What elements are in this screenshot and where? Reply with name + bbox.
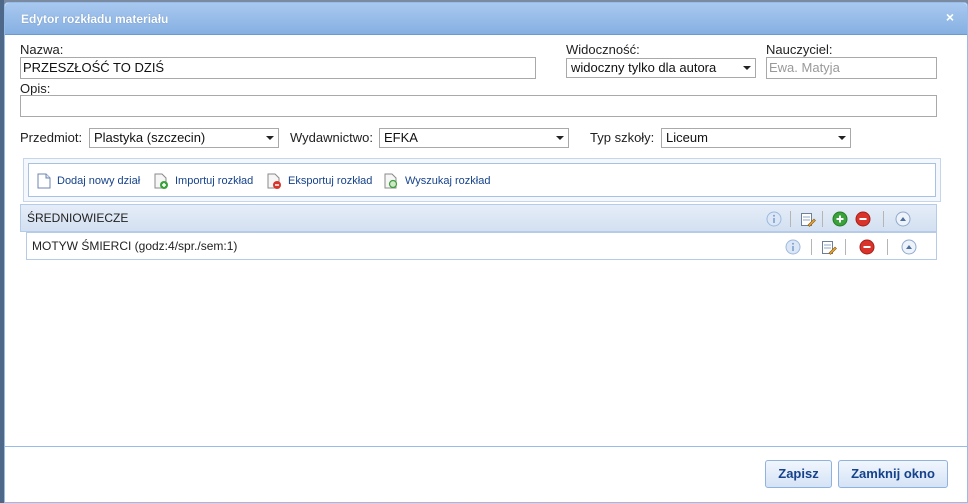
chevron-down-icon [743,66,751,70]
description-label: Opis: [20,81,51,96]
footer-divider [5,446,967,447]
teacher-label: Nauczyciel: [766,42,833,57]
subject-label: Przedmiot: [20,130,83,145]
save-button[interactable]: Zapisz [765,460,832,488]
remove-icon[interactable] [855,211,871,227]
search-schedule-button[interactable]: Wyszukaj rozkład [383,164,490,198]
school-type-select-value: Liceum [666,130,708,145]
import-label: Importuj rozkład [175,175,254,187]
chevron-down-icon [838,136,846,140]
add-icon[interactable] [832,211,848,227]
new-document-icon [37,173,51,189]
close-icon[interactable]: × [943,10,957,24]
subject-select-value: Plastyka (szczecin) [94,130,206,145]
dialog-title: Edytor rozkładu materiału [21,12,169,26]
publisher-label: Wydawnictwo: [290,130,373,145]
separator [887,239,888,255]
subject-select[interactable]: Plastyka (szczecin) [89,128,279,148]
visibility-label: Widoczność: [566,42,640,57]
export-button[interactable]: Eksportuj rozkład [266,164,372,198]
school-type-label: Typ szkoły: [590,130,655,145]
edit-icon[interactable] [800,211,816,227]
toolbar-container: Dodaj nowy dział Importuj rozkład Ekspor… [23,158,941,202]
add-section-label: Dodaj nowy dział [57,175,141,187]
separator [790,211,791,227]
dialog-titlebar[interactable]: Edytor rozkładu materiału × [5,3,967,35]
export-icon [267,173,281,189]
publisher-select-value: EFKA [384,130,418,145]
section-row[interactable]: ŚREDNIOWIECZE [20,204,937,232]
add-section-button[interactable]: Dodaj nowy dział [37,164,140,198]
info-icon[interactable] [785,239,801,255]
description-field[interactable] [20,95,937,117]
name-field[interactable]: PRZESZŁOŚĆ TO DZIŚ [20,57,536,79]
separator [822,211,823,227]
close-window-button[interactable]: Zamknij okno [838,460,948,488]
visibility-select[interactable]: widoczny tylko dla autora [566,58,756,78]
import-icon [154,173,168,189]
publisher-select[interactable]: EFKA [379,128,569,148]
remove-icon[interactable] [859,239,875,255]
school-type-select[interactable]: Liceum [661,128,851,148]
search-schedule-label: Wyszukaj rozkład [405,175,491,187]
import-button[interactable]: Importuj rozkład [153,164,253,198]
separator [845,239,846,255]
topic-title: MOTYW ŚMIERCI (godz:4/spr./sem:1) [32,239,238,253]
separator [883,211,884,227]
search-icon [384,173,398,189]
topic-row[interactable]: MOTYW ŚMIERCI (godz:4/spr./sem:1) [26,232,937,260]
name-label: Nazwa: [20,42,64,57]
collapse-up-icon[interactable] [901,239,917,255]
info-icon[interactable] [766,211,782,227]
collapse-up-icon[interactable] [895,211,911,227]
edit-icon[interactable] [821,239,837,255]
toolbar: Dodaj nowy dział Importuj rozkład Ekspor… [28,163,936,197]
export-label: Eksportuj rozkład [288,175,373,187]
teacher-field[interactable]: Ewa. Matyja [766,57,937,79]
schedule-editor-dialog: Edytor rozkładu materiału × Nazwa: Widoc… [4,2,968,503]
section-title: ŚREDNIOWIECZE [27,211,129,225]
separator [811,239,812,255]
chevron-down-icon [266,136,274,140]
chevron-down-icon [556,136,564,140]
visibility-select-value: widoczny tylko dla autora [571,60,717,75]
